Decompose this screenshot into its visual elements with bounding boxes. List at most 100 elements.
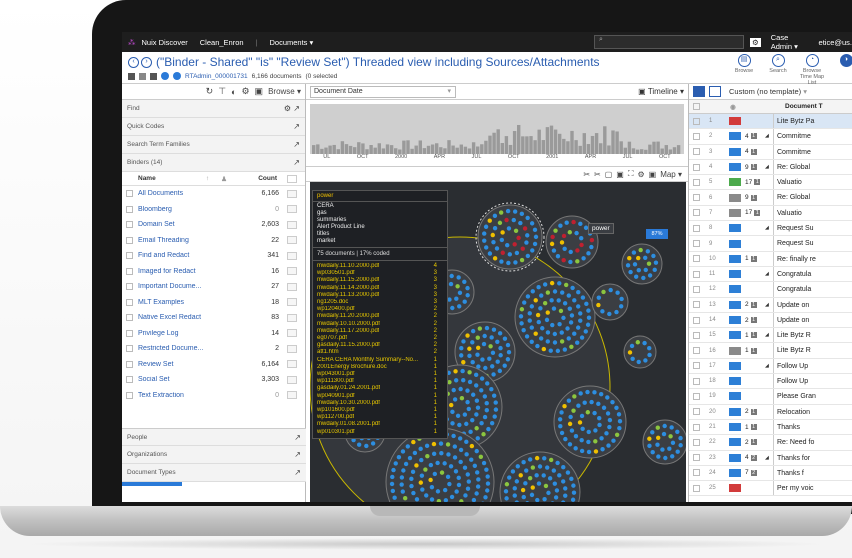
timeline-bar[interactable] [426, 145, 431, 154]
timeline-bar[interactable] [480, 144, 484, 154]
table-row[interactable]: 1 Lite Bytz Pa [689, 114, 852, 130]
doc-dot[interactable] [533, 331, 538, 336]
doc-dot[interactable] [557, 321, 562, 327]
doc-dot[interactable] [589, 399, 594, 405]
doc-dot[interactable] [527, 475, 533, 481]
doc-dot[interactable] [661, 431, 667, 437]
doc-dot[interactable] [563, 282, 569, 288]
doc-dot[interactable] [593, 439, 598, 444]
doc-dot[interactable] [545, 330, 551, 335]
doc-dot[interactable] [562, 347, 568, 352]
row-checkbox[interactable] [689, 484, 703, 492]
doc-dot[interactable] [545, 310, 550, 315]
doc-dot[interactable] [578, 221, 583, 227]
col-document-title[interactable]: Document T [763, 103, 852, 110]
col-name[interactable]: Name [138, 175, 206, 182]
doc-dot[interactable] [475, 470, 480, 475]
binder-row[interactable]: Social Set 3,303 [122, 372, 305, 388]
doc-dot[interactable] [464, 452, 469, 457]
document-title[interactable]: Valuatio [773, 205, 852, 221]
doc-dot[interactable] [542, 282, 548, 287]
doc-dot[interactable] [558, 424, 563, 429]
doc-dot[interactable] [484, 325, 490, 331]
file-row[interactable]: ng1205.doc 3 [313, 299, 447, 306]
doc-dot[interactable] [518, 473, 523, 478]
organizations-pin-icon[interactable]: ↗ [294, 450, 301, 459]
sort-up-icon[interactable]: ↑ [206, 175, 209, 182]
timeline-chart[interactable] [310, 104, 684, 154]
doc-dot[interactable] [536, 285, 541, 290]
binder-row[interactable]: Restricted Docume... 2 [122, 341, 305, 357]
doc-dot[interactable] [585, 322, 591, 327]
doc-dot[interactable] [456, 275, 461, 280]
map-gear-icon[interactable]: ⚙ [637, 170, 644, 179]
doc-dot[interactable] [485, 381, 490, 386]
binder-name[interactable]: Domain Set [138, 221, 229, 228]
doc-dot[interactable] [490, 232, 495, 238]
doc-dot[interactable] [670, 440, 676, 446]
doc-dot[interactable] [662, 423, 667, 429]
doc-dot[interactable] [641, 275, 646, 281]
doc-dot[interactable] [452, 397, 458, 402]
forward-button[interactable]: › [141, 57, 152, 68]
doc-dot[interactable] [559, 410, 564, 415]
document-title[interactable]: Update on [773, 312, 852, 328]
doc-dot[interactable] [449, 273, 454, 279]
doc-dot[interactable] [445, 442, 451, 447]
date-field-select[interactable]: Document Date ▾ [310, 85, 456, 98]
quick-codes-pin-icon[interactable]: ↗ [293, 122, 300, 131]
doc-dot[interactable] [423, 467, 428, 472]
binder-menu-icon[interactable] [287, 189, 297, 198]
doc-dot[interactable] [562, 403, 567, 409]
doc-dot[interactable] [585, 410, 591, 415]
doc-dot[interactable] [534, 473, 539, 478]
doc-dot[interactable] [560, 290, 565, 295]
row-checkbox[interactable] [689, 194, 703, 202]
thread-expand-icon[interactable]: ◢ [765, 133, 773, 139]
doc-dot[interactable] [647, 273, 653, 278]
binder-checkbox[interactable] [126, 236, 133, 244]
file-row[interactable]: mwdaily.10.30.2000.pdf 1 [313, 400, 447, 407]
doc-dot[interactable] [438, 441, 444, 446]
doc-dot[interactable] [617, 419, 623, 424]
doc-dot[interactable] [502, 363, 507, 368]
binder-menu-icon[interactable] [287, 313, 297, 322]
doc-dot[interactable] [516, 235, 521, 241]
doc-dot[interactable] [463, 493, 468, 498]
binder-name[interactable]: Bloomberg [138, 206, 229, 213]
binder-checkbox[interactable] [126, 345, 133, 353]
doc-dot[interactable] [396, 454, 402, 460]
doc-dot[interactable] [492, 225, 498, 231]
document-title[interactable]: Re: Global [773, 159, 852, 175]
table-row[interactable]: 2 4 1 ◢ Commitme [689, 129, 852, 145]
binder-menu-icon[interactable] [287, 220, 297, 229]
doc-dot[interactable] [561, 315, 566, 321]
timeline-bar[interactable] [402, 140, 406, 154]
doc-dot[interactable] [520, 487, 526, 493]
timeline-menu[interactable]: ▣ Timeline ▾ [638, 87, 684, 96]
timeline-bar[interactable] [607, 145, 611, 154]
doc-dot[interactable] [559, 330, 564, 335]
doc-dot[interactable] [512, 486, 517, 491]
case-name[interactable]: Clean_Enron [194, 38, 250, 47]
doc-dot[interactable] [504, 496, 509, 501]
quick-codes-section[interactable]: Quick Codes ↗ [122, 118, 305, 136]
doc-dot[interactable] [529, 339, 534, 344]
doc-dot[interactable] [571, 490, 577, 495]
doc-dot[interactable] [482, 238, 487, 243]
doc-dot[interactable] [651, 253, 656, 259]
binder-name[interactable]: Privilege Log [138, 330, 229, 337]
doc-dot[interactable] [462, 279, 467, 284]
square-icon[interactable]: ▢ [605, 170, 613, 179]
row-checkbox[interactable] [689, 347, 703, 355]
doc-dot[interactable] [552, 331, 558, 337]
doc-dot[interactable] [643, 267, 648, 273]
timeline-bar[interactable] [594, 133, 599, 154]
timeline-bar[interactable] [648, 144, 652, 154]
timeline-bar[interactable] [619, 141, 623, 154]
table-row[interactable]: 19 Please Gran [689, 389, 852, 405]
timeline-bar[interactable] [652, 141, 656, 154]
doc-dot[interactable] [618, 304, 624, 309]
doc-dot[interactable] [546, 490, 551, 496]
find-gear-icon[interactable]: ⚙ [284, 104, 291, 113]
